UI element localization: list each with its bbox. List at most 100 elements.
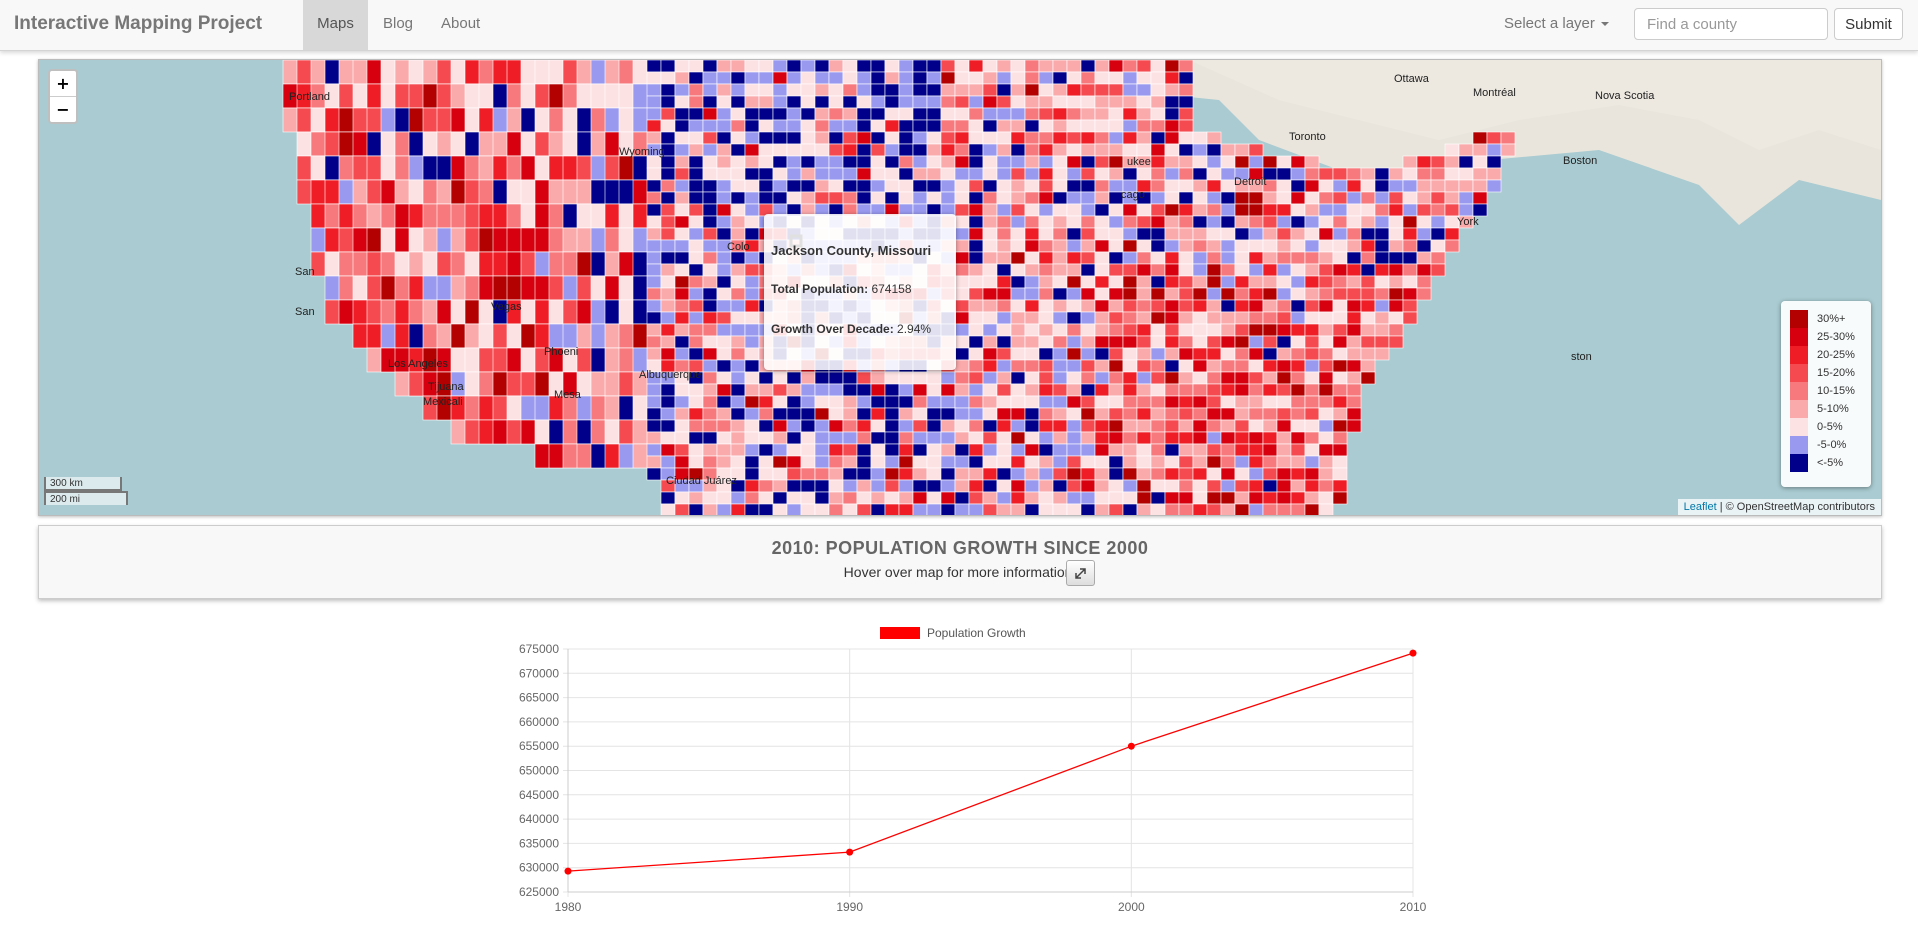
county-shape[interactable]	[1094, 83, 1110, 97]
county-shape[interactable]	[1206, 191, 1222, 205]
county-shape[interactable]	[1262, 479, 1278, 493]
county-shape[interactable]	[646, 263, 662, 277]
county-shape[interactable]	[954, 335, 970, 349]
county-shape[interactable]	[926, 119, 942, 133]
county-shape[interactable]	[912, 395, 928, 409]
county-shape[interactable]	[646, 419, 662, 433]
county-shape[interactable]	[702, 287, 718, 301]
county-shape[interactable]	[744, 179, 760, 193]
county-shape[interactable]	[660, 335, 676, 349]
county-shape[interactable]	[1066, 395, 1082, 409]
county-shape[interactable]	[1374, 299, 1390, 313]
county-shape[interactable]	[660, 107, 676, 121]
choropleth-map[interactable]: Ottawa Montréal Toronto Nova Scotia ukee cago…	[38, 59, 1882, 516]
county-shape[interactable]	[1080, 155, 1096, 169]
county-shape[interactable]	[674, 251, 690, 265]
county-shape[interactable]	[884, 383, 900, 397]
county-shape[interactable]	[758, 407, 774, 421]
county-shape[interactable]	[926, 455, 942, 469]
county-shape[interactable]	[982, 251, 998, 265]
county-shape[interactable]	[1052, 407, 1068, 421]
county-shape[interactable]	[1192, 431, 1208, 445]
county-shape[interactable]	[982, 203, 998, 217]
county-shape[interactable]	[1024, 119, 1040, 133]
county-shape[interactable]	[1192, 347, 1208, 361]
county-shape[interactable]	[1108, 299, 1124, 313]
county-shape[interactable]	[688, 167, 704, 181]
county-shape[interactable]	[702, 60, 718, 73]
county-shape[interactable]	[1248, 431, 1264, 445]
county-shape[interactable]	[1108, 407, 1124, 421]
county-shape[interactable]	[1052, 215, 1068, 229]
county-shape[interactable]	[814, 107, 830, 121]
county-shape[interactable]	[1318, 203, 1334, 217]
county-shape[interactable]	[1038, 155, 1054, 169]
county-shape[interactable]	[1010, 455, 1026, 469]
county-shape[interactable]	[1332, 431, 1348, 445]
county-shape[interactable]	[1066, 155, 1082, 169]
county-shape[interactable]	[1290, 239, 1306, 253]
county-shape[interactable]	[1010, 60, 1026, 73]
county-shape[interactable]	[870, 107, 886, 121]
county-shape[interactable]	[1248, 287, 1264, 301]
county-shape[interactable]	[982, 275, 998, 289]
county-shape[interactable]	[996, 227, 1012, 241]
expand-button[interactable]	[1066, 560, 1095, 586]
county-shape[interactable]	[1234, 311, 1250, 325]
county-shape[interactable]	[1360, 227, 1376, 241]
county-shape[interactable]	[1248, 323, 1264, 337]
county-shape[interactable]	[1108, 275, 1124, 289]
county-shape[interactable]	[828, 71, 844, 85]
county-shape[interactable]	[1094, 107, 1110, 121]
county-shape[interactable]	[716, 131, 732, 145]
county-shape[interactable]	[1010, 107, 1026, 121]
county-shape[interactable]	[814, 60, 830, 73]
county-shape[interactable]	[786, 95, 802, 109]
county-shape[interactable]	[674, 311, 690, 325]
county-shape[interactable]	[856, 395, 872, 409]
county-shape[interactable]	[1332, 203, 1348, 217]
county-shape[interactable]	[1318, 311, 1334, 325]
county-shape[interactable]	[1150, 131, 1166, 145]
county-shape[interactable]	[646, 443, 662, 457]
county-shape[interactable]	[786, 60, 802, 73]
county-shape[interactable]	[884, 95, 900, 109]
county-shape[interactable]	[1038, 323, 1054, 337]
county-shape[interactable]	[1094, 419, 1110, 433]
county-shape[interactable]	[1500, 131, 1516, 145]
county-shape[interactable]	[1024, 191, 1040, 205]
county-shape[interactable]	[1164, 347, 1180, 361]
county-shape[interactable]	[1038, 503, 1054, 515]
county-shape[interactable]	[1024, 431, 1040, 445]
county-shape[interactable]	[772, 167, 788, 181]
county-shape[interactable]	[884, 71, 900, 85]
county-shape[interactable]	[828, 167, 844, 181]
county-shape[interactable]	[1136, 347, 1152, 361]
county-shape[interactable]	[856, 143, 872, 157]
county-shape[interactable]	[1052, 491, 1068, 505]
county-shape[interactable]	[1150, 275, 1166, 289]
county-shape[interactable]	[940, 131, 956, 145]
county-shape[interactable]	[814, 491, 830, 505]
county-shape[interactable]	[1178, 263, 1194, 277]
county-shape[interactable]	[744, 299, 760, 313]
county-shape[interactable]	[828, 119, 844, 133]
county-shape[interactable]	[1150, 155, 1166, 169]
county-shape[interactable]	[1164, 323, 1180, 337]
county-shape[interactable]	[744, 407, 760, 421]
county-shape[interactable]	[660, 347, 676, 361]
county-shape[interactable]	[1178, 443, 1194, 457]
county-shape[interactable]	[1150, 407, 1166, 421]
county-shape[interactable]	[1332, 407, 1348, 421]
county-shape[interactable]	[1136, 95, 1152, 109]
county-shape[interactable]	[842, 407, 858, 421]
county-shape[interactable]	[982, 479, 998, 493]
county-shape[interactable]	[912, 95, 928, 109]
county-shape[interactable]	[870, 71, 886, 85]
county-shape[interactable]	[1304, 239, 1320, 253]
county-shape[interactable]	[702, 251, 718, 265]
county-shape[interactable]	[786, 407, 802, 421]
county-shape[interactable]	[968, 167, 984, 181]
county-shape[interactable]	[968, 395, 984, 409]
county-shape[interactable]	[758, 155, 774, 169]
